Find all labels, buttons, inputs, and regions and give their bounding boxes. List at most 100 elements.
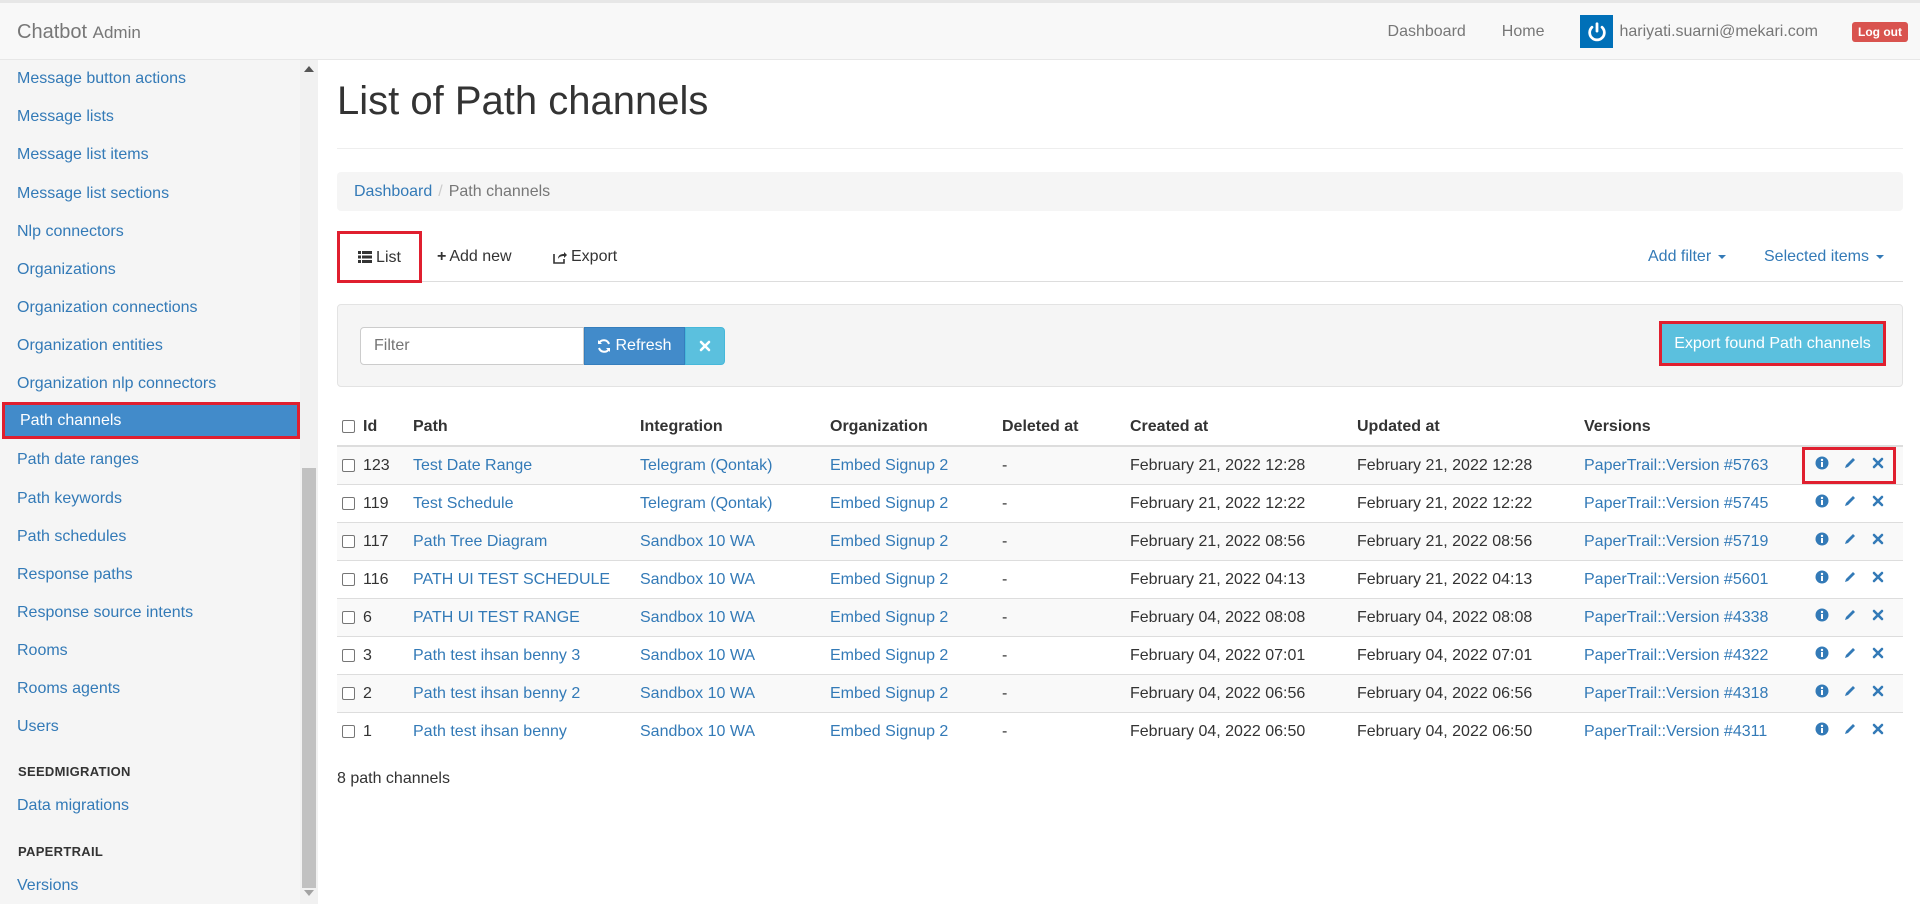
integration-link[interactable]: Sandbox 10 WA [640,647,755,664]
column-header-organization[interactable]: Organization [830,409,1002,447]
path-link[interactable]: Test Date Range [413,457,532,474]
user-menu[interactable]: hariyati.suarni@mekari.com [1580,15,1818,48]
column-header-id[interactable]: Id [363,409,413,447]
integration-link[interactable]: Sandbox 10 WA [640,723,755,740]
organization-link[interactable]: Embed Signup 2 [830,609,948,626]
sidebar-item-rooms[interactable]: Rooms [0,632,300,669]
version-link[interactable]: PaperTrail::Version #4322 [1584,647,1768,664]
sidebar-item-users[interactable]: Users [0,708,300,745]
version-link[interactable]: PaperTrail::Version #5601 [1584,571,1768,588]
column-header-deleted-at[interactable]: Deleted at [1002,409,1130,447]
sidebar-item-data-migrations[interactable]: Data migrations [0,787,300,824]
scroll-up-icon[interactable] [304,66,314,72]
path-link[interactable]: Path test ihsan benny [413,723,567,740]
refresh-button[interactable]: Refresh [584,327,685,365]
pencil-icon[interactable] [1843,456,1857,475]
sidebar-item-nlp-connectors[interactable]: Nlp connectors [0,213,300,250]
integration-link[interactable]: Sandbox 10 WA [640,533,755,550]
delete-icon[interactable] [1871,722,1885,741]
pencil-icon[interactable] [1843,570,1857,589]
path-link[interactable]: Path test ihsan benny 3 [413,647,580,664]
info-icon[interactable] [1815,684,1829,703]
tab-export[interactable]: Export [553,232,617,281]
pencil-icon[interactable] [1843,532,1857,551]
version-link[interactable]: PaperTrail::Version #5745 [1584,495,1768,512]
sidebar-scrollbar[interactable] [300,60,318,904]
sidebar-item-organization-connections[interactable]: Organization connections [0,289,300,326]
sidebar-item-path-schedules[interactable]: Path schedules [0,518,300,555]
path-link[interactable]: Test Schedule [413,495,514,512]
sidebar-item-organization-entities[interactable]: Organization entities [0,327,300,364]
path-link[interactable]: Path test ihsan benny 2 [413,685,580,702]
delete-icon[interactable] [1871,570,1885,589]
row-checkbox[interactable] [342,724,355,738]
version-link[interactable]: PaperTrail::Version #4311 [1584,723,1767,740]
integration-link[interactable]: Sandbox 10 WA [640,609,755,626]
sidebar-item-rooms-agents[interactable]: Rooms agents [0,670,300,707]
version-link[interactable]: PaperTrail::Version #5763 [1584,457,1768,474]
pencil-icon[interactable] [1843,646,1857,665]
column-header-created-at[interactable]: Created at [1130,409,1357,447]
sidebar-item-message-list-sections[interactable]: Message list sections [0,175,300,212]
version-link[interactable]: PaperTrail::Version #4318 [1584,685,1768,702]
scroll-thumb[interactable] [302,468,316,888]
organization-link[interactable]: Embed Signup 2 [830,457,948,474]
integration-link[interactable]: Sandbox 10 WA [640,685,755,702]
integration-link[interactable]: Telegram (Qontak) [640,457,773,474]
organization-link[interactable]: Embed Signup 2 [830,647,948,664]
integration-link[interactable]: Telegram (Qontak) [640,495,773,512]
row-checkbox[interactable] [342,686,355,700]
integration-link[interactable]: Sandbox 10 WA [640,571,755,588]
delete-icon[interactable] [1871,608,1885,627]
nav-dashboard-link[interactable]: Dashboard [1388,23,1466,41]
brand-link[interactable]: Chatbot Admin [17,21,141,44]
row-checkbox[interactable] [342,648,355,662]
sidebar-item-path-channels[interactable]: Path channels [2,402,300,439]
info-icon[interactable] [1815,608,1829,627]
sidebar-item-message-list-items[interactable]: Message list items [0,136,300,173]
breadcrumb-dashboard-link[interactable]: Dashboard [354,183,432,200]
sidebar-item-message-lists[interactable]: Message lists [0,98,300,135]
row-checkbox[interactable] [342,534,355,548]
tab-add-new[interactable]: + Add new [437,232,512,281]
pencil-icon[interactable] [1843,608,1857,627]
delete-icon[interactable] [1871,494,1885,513]
info-icon[interactable] [1815,494,1829,513]
pencil-icon[interactable] [1843,494,1857,513]
clear-filter-button[interactable] [685,327,725,365]
organization-link[interactable]: Embed Signup 2 [830,495,948,512]
column-header-updated-at[interactable]: Updated at [1357,409,1584,447]
pencil-icon[interactable] [1843,722,1857,741]
organization-link[interactable]: Embed Signup 2 [830,723,948,740]
sidebar-item-organizations[interactable]: Organizations [0,251,300,288]
path-link[interactable]: Path Tree Diagram [413,533,547,550]
logout-button[interactable]: Log out [1852,21,1908,42]
sidebar-item-response-source-intents[interactable]: Response source intents [0,594,300,631]
organization-link[interactable]: Embed Signup 2 [830,685,948,702]
info-icon[interactable] [1815,456,1829,475]
row-checkbox[interactable] [342,496,355,510]
column-header-integration[interactable]: Integration [640,409,830,447]
sidebar-item-message-button-actions[interactable]: Message button actions [0,60,300,97]
delete-icon[interactable] [1871,684,1885,703]
column-header-path[interactable]: Path [413,409,640,447]
delete-icon[interactable] [1871,646,1885,665]
sidebar-item-path-keywords[interactable]: Path keywords [0,480,300,517]
row-checkbox[interactable] [342,610,355,624]
version-link[interactable]: PaperTrail::Version #5719 [1584,533,1768,550]
sidebar-item-path-date-ranges[interactable]: Path date ranges [0,441,300,478]
organization-link[interactable]: Embed Signup 2 [830,571,948,588]
row-checkbox[interactable] [342,572,355,586]
select-all-checkbox[interactable] [342,420,355,434]
info-icon[interactable] [1815,722,1829,741]
sidebar-item-response-paths[interactable]: Response paths [0,556,300,593]
add-filter-dropdown[interactable]: Add filter [1648,232,1727,281]
pencil-icon[interactable] [1843,684,1857,703]
scroll-down-icon[interactable] [304,890,314,896]
delete-icon[interactable] [1871,532,1885,551]
filter-input[interactable] [360,327,584,365]
tab-list[interactable]: List [337,231,422,283]
delete-icon[interactable] [1871,456,1885,475]
row-checkbox[interactable] [342,458,355,472]
column-header-versions[interactable]: Versions [1584,409,1803,447]
